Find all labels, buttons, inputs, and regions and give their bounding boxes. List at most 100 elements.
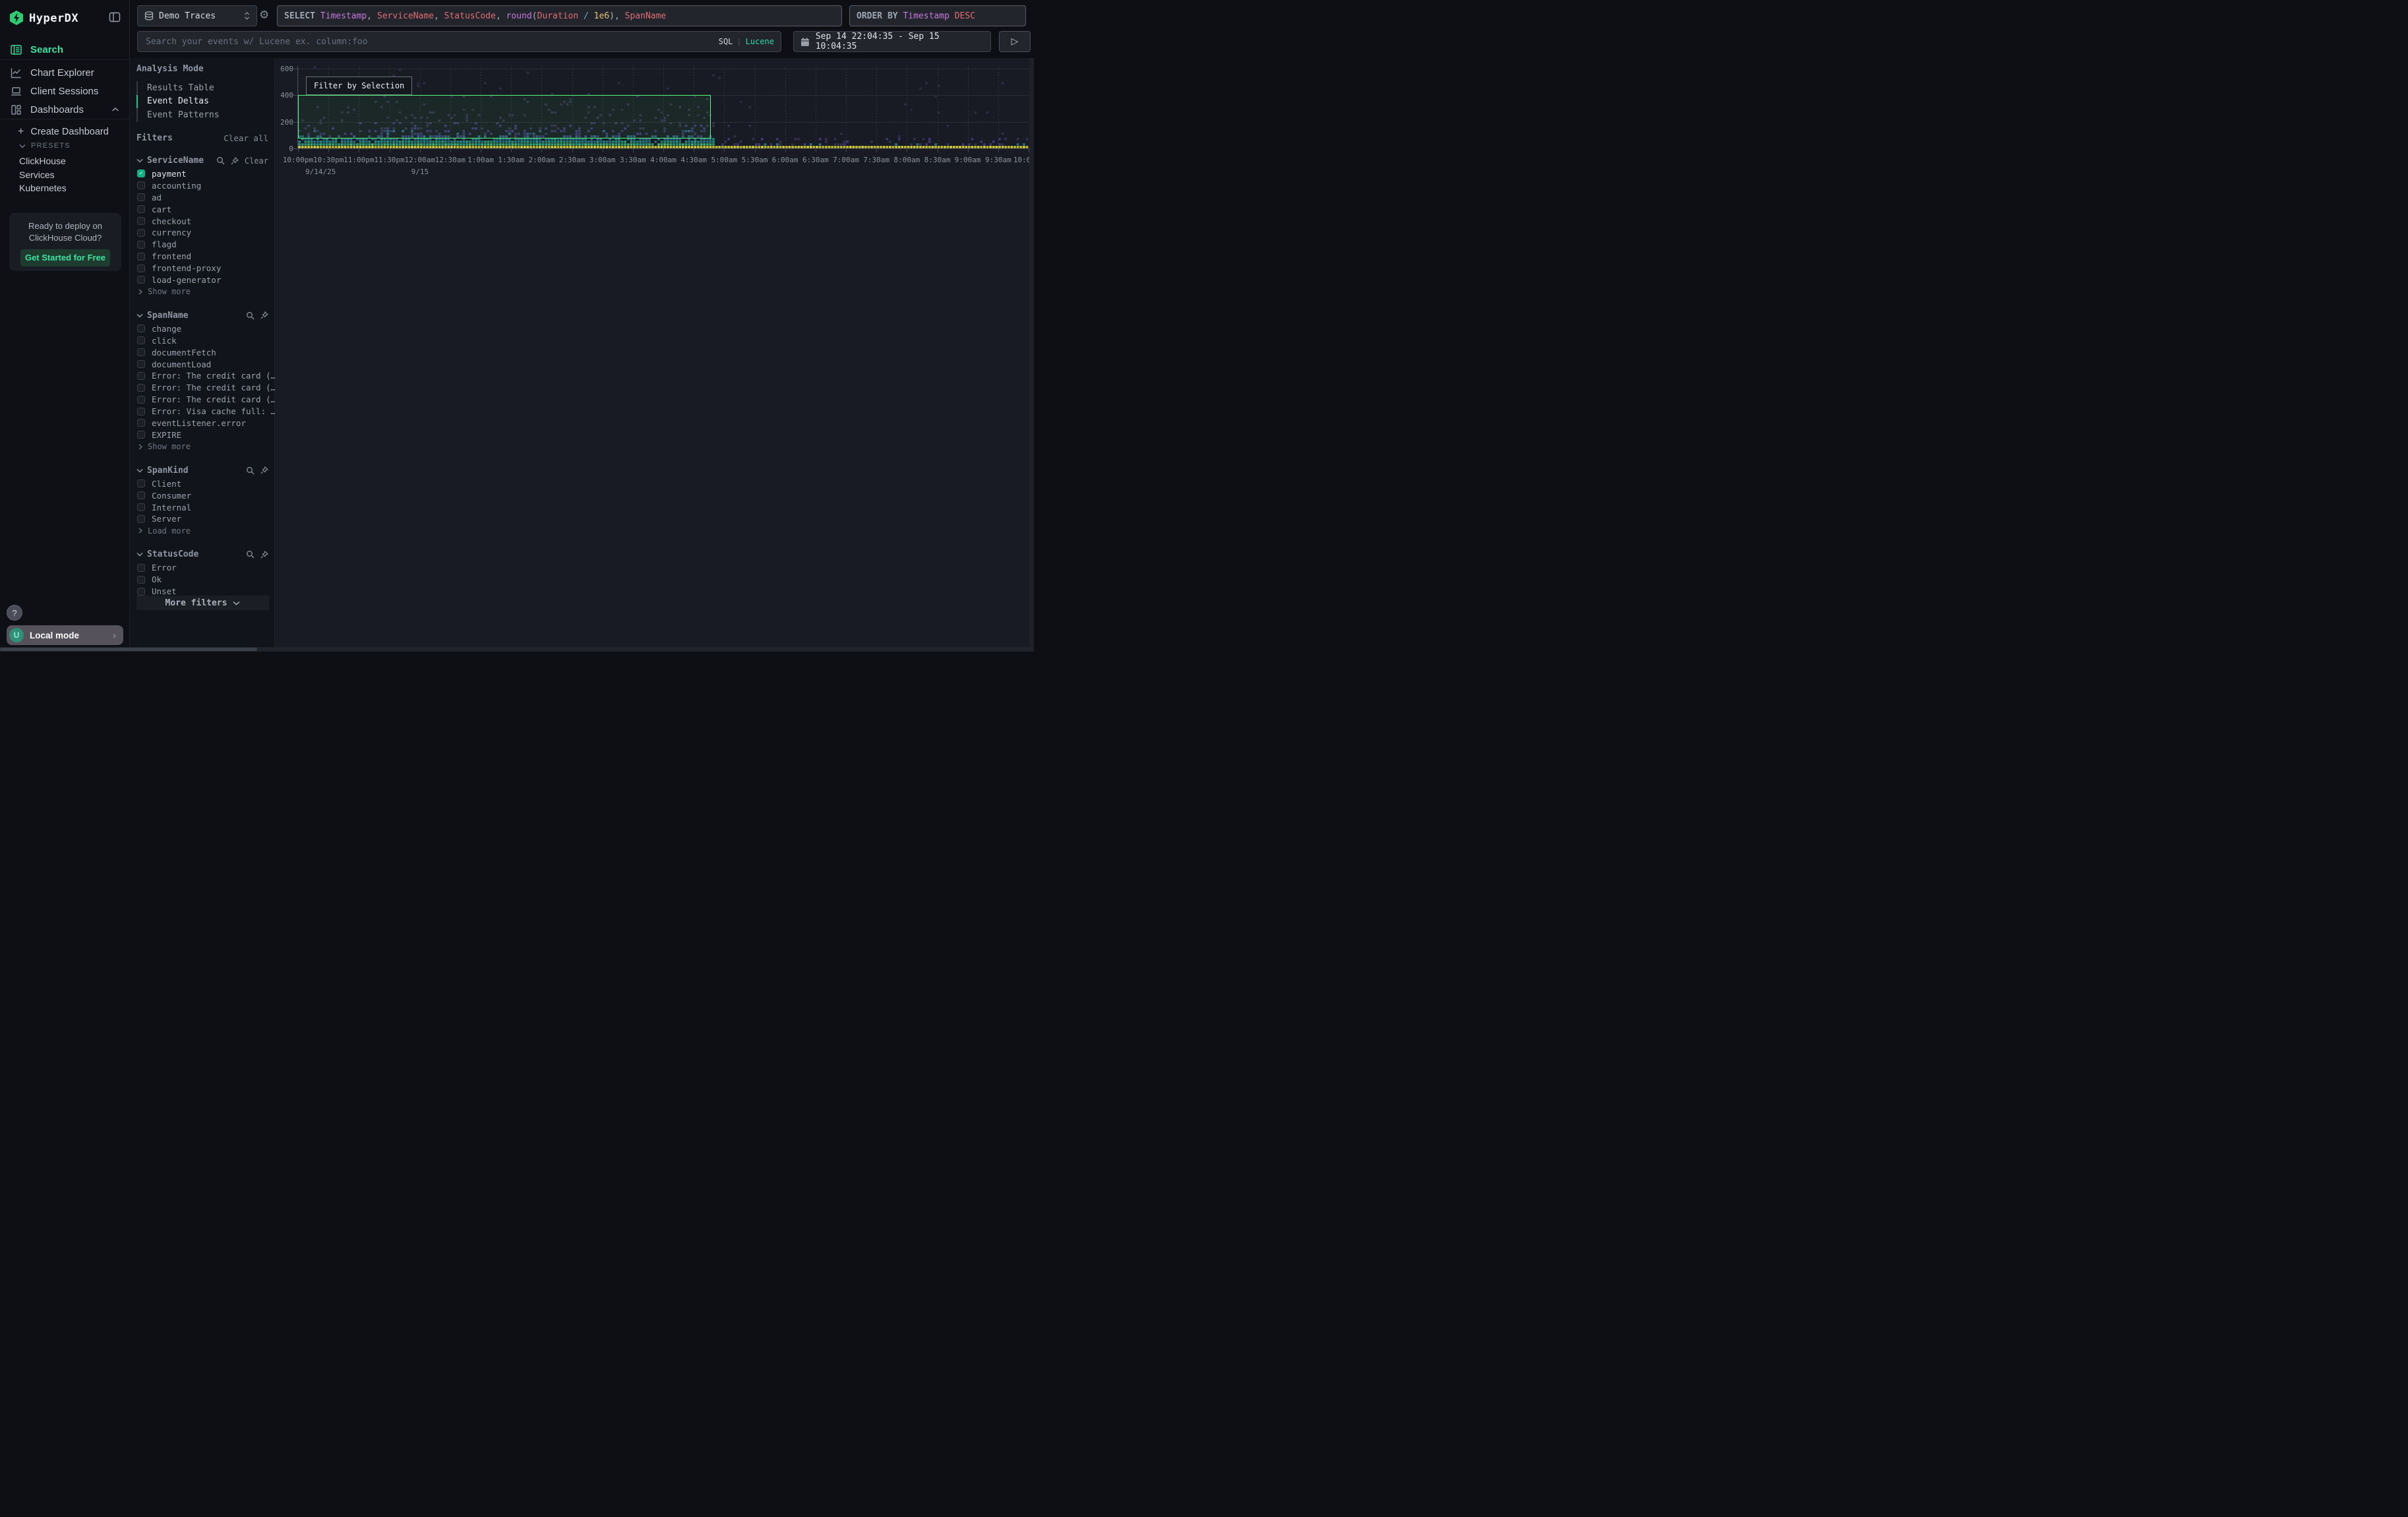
filter-option-load-generator[interactable]: load-generator	[136, 274, 268, 286]
search-icon[interactable]	[246, 311, 255, 320]
clear-all-button[interactable]: Clear all	[224, 133, 268, 143]
filter-option-documentfetch[interactable]: documentFetch	[136, 346, 268, 358]
sidebar-item-clickhouse[interactable]: ClickHouse	[19, 156, 66, 166]
checkbox[interactable]	[137, 217, 145, 225]
checkbox[interactable]	[137, 564, 145, 572]
filter-option-change[interactable]: change	[136, 323, 268, 334]
filter-option-server[interactable]: Server	[136, 513, 268, 525]
filter-option-currency[interactable]: currency	[136, 227, 268, 239]
filter-option-error-the-credit-card-[interactable]: Error: The credit card (…	[136, 382, 268, 394]
checkbox[interactable]	[137, 241, 145, 249]
filter-option-documentload[interactable]: documentLoad	[136, 358, 268, 370]
checkbox[interactable]	[137, 515, 145, 523]
filter-option-cart[interactable]: cart	[136, 203, 268, 215]
checkbox[interactable]	[137, 205, 145, 213]
checkbox[interactable]	[137, 419, 145, 427]
search-icon[interactable]	[216, 156, 225, 165]
run-query-button[interactable]: ▷	[999, 31, 1031, 52]
mode-sql-toggle[interactable]: SQL	[719, 37, 733, 46]
sidebar-item-kubernetes[interactable]: Kubernetes	[19, 183, 67, 193]
checkbox[interactable]	[137, 491, 145, 499]
user-menu[interactable]: U Local mode ›	[7, 625, 123, 645]
scrollbar-thumb[interactable]	[0, 648, 257, 651]
help-button[interactable]: ?	[7, 605, 22, 621]
filter-option-client[interactable]: Client	[136, 478, 268, 489]
checkbox[interactable]	[137, 348, 145, 356]
search-input[interactable]	[144, 36, 719, 47]
checkbox[interactable]	[137, 229, 145, 237]
vertical-scrollbar[interactable]	[1029, 58, 1034, 647]
filter-option-error[interactable]: Error	[136, 562, 268, 574]
checkbox[interactable]	[137, 372, 145, 380]
create-dashboard-button[interactable]: + Create Dashboard	[18, 126, 109, 138]
data-source-select[interactable]: Demo Traces	[137, 5, 257, 26]
checkbox[interactable]	[137, 276, 145, 284]
analysis-option-event-deltas[interactable]: Event Deltas	[136, 95, 268, 109]
checkbox-checked[interactable]: ✓	[137, 170, 145, 177]
search-icon[interactable]	[246, 466, 255, 475]
checkbox[interactable]	[137, 576, 145, 584]
x-tick-label: 10:00pm	[281, 156, 315, 164]
more-filters-button[interactable]: More filters	[136, 596, 269, 610]
checkbox[interactable]	[137, 253, 145, 261]
sidebar-item-chart-explorer[interactable]: Chart Explorer	[0, 63, 129, 82]
get-started-button[interactable]: Get Started for Free	[20, 249, 110, 266]
filter-option-error-the-credit-card-[interactable]: Error: The credit card (…	[136, 370, 268, 382]
checkbox[interactable]	[137, 588, 145, 596]
filter-option-payment[interactable]: ✓payment	[136, 168, 268, 180]
sidebar-collapse-icon[interactable]	[109, 11, 121, 23]
filter-option-error-the-credit-card-[interactable]: Error: The credit card (…	[136, 394, 268, 406]
filter-by-selection-tooltip[interactable]: Filter by Selection	[306, 77, 412, 95]
gear-icon[interactable]: ⚙	[259, 9, 272, 23]
order-by-input[interactable]: ORDER BY Timestamp DESC	[849, 5, 1026, 26]
filter-group-header-statuscode: StatusCode	[136, 547, 268, 562]
filter-option-click[interactable]: click	[136, 334, 268, 346]
horizontal-scrollbar[interactable]	[0, 647, 1034, 652]
checkbox[interactable]	[137, 325, 145, 332]
load-more-spankind[interactable]: Load more	[136, 525, 268, 537]
sidebar-item-search[interactable]: Search	[0, 40, 129, 59]
analysis-option-event-patterns[interactable]: Event Patterns	[136, 108, 268, 122]
pin-icon[interactable]	[260, 466, 268, 474]
search-icon[interactable]	[246, 550, 255, 559]
checkbox[interactable]	[137, 396, 145, 404]
pin-icon[interactable]	[260, 311, 268, 319]
chevron-up-icon[interactable]	[111, 107, 119, 112]
checkbox[interactable]	[137, 193, 145, 201]
filter-option-expire[interactable]: EXPIRE	[136, 429, 268, 441]
checkbox[interactable]	[137, 503, 145, 511]
checkbox[interactable]	[137, 431, 145, 439]
checkbox[interactable]	[137, 384, 145, 392]
clear-group-button[interactable]: Clear	[245, 156, 268, 166]
presets-section-toggle[interactable]: PRESETS	[19, 142, 71, 150]
sidebar-item-services[interactable]: Services	[19, 170, 55, 180]
filter-option-checkout[interactable]: checkout	[136, 215, 268, 227]
sidebar-item-dashboards[interactable]: Dashboards	[0, 100, 129, 119]
checkbox[interactable]	[137, 480, 145, 487]
filter-option-consumer[interactable]: Consumer	[136, 489, 268, 501]
filter-option-frontend-proxy[interactable]: frontend-proxy	[136, 263, 268, 274]
show-more-spanname[interactable]: Show more	[136, 441, 268, 452]
filter-option-flagd[interactable]: flagd	[136, 239, 268, 251]
chart-selection-box[interactable]	[298, 95, 711, 139]
checkbox[interactable]	[137, 336, 145, 344]
sql-select-input[interactable]: SELECT Timestamp, ServiceName, StatusCod…	[277, 5, 842, 26]
checkbox[interactable]	[137, 360, 145, 368]
filter-option-eventlistener-error[interactable]: eventListener.error	[136, 418, 268, 429]
pin-icon[interactable]	[231, 157, 239, 165]
time-range-picker[interactable]: Sep 14 22:04:35 - Sep 15 10:04:35	[793, 31, 991, 52]
filter-option-internal[interactable]: Internal	[136, 501, 268, 513]
pin-icon[interactable]	[260, 551, 268, 559]
filter-option-ok[interactable]: Ok	[136, 574, 268, 586]
checkbox[interactable]	[137, 264, 145, 272]
analysis-option-results-table[interactable]: Results Table	[136, 81, 268, 95]
checkbox[interactable]	[137, 181, 145, 189]
filter-option-error-visa-cache-full-[interactable]: Error: Visa cache full: …	[136, 406, 268, 418]
filter-option-frontend[interactable]: frontend	[136, 251, 268, 263]
filter-option-ad[interactable]: ad	[136, 191, 268, 203]
sidebar-item-client-sessions[interactable]: Client Sessions	[0, 81, 129, 101]
show-more-servicename[interactable]: Show more	[136, 286, 268, 297]
checkbox[interactable]	[137, 408, 145, 416]
filter-option-accounting[interactable]: accounting	[136, 179, 268, 191]
mode-lucene-toggle[interactable]: Lucene	[746, 37, 774, 46]
